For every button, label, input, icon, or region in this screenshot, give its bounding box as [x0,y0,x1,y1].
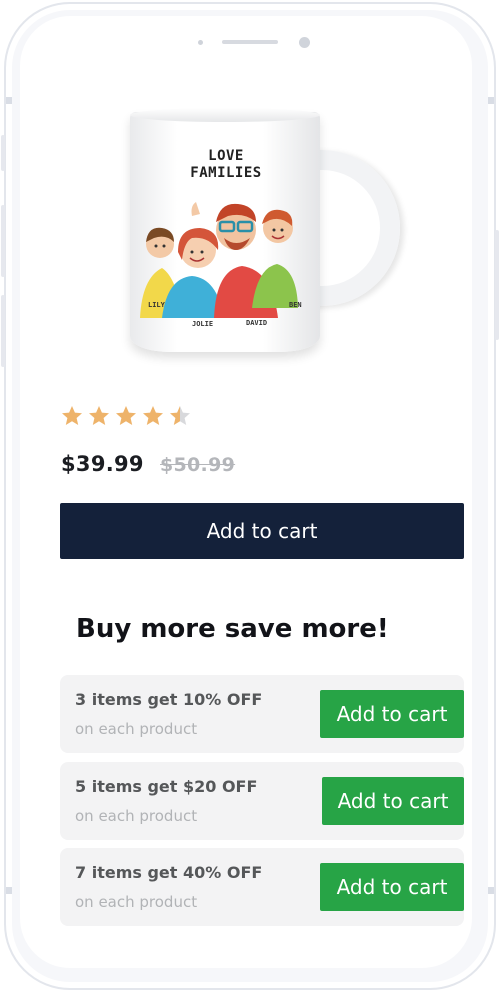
mug-rim [130,108,320,122]
mug-title-line2: FAMILIES [190,165,262,181]
offer-title: 5 items get $20 OFF [75,777,258,796]
mug-name-label: JOLIE [192,320,214,328]
mug-name-label: BEN [289,301,302,309]
bundle-offer-card: 5 items get $20 OFF on each product Add … [60,762,464,840]
mug-print-title: LOVE FAMILIES [181,148,271,182]
side-button [1,135,5,171]
bundle-offer-card: 7 items get 40% OFF on each product Add … [60,848,464,926]
front-camera [299,37,310,48]
compare-at-price: $50.99 [160,454,236,476]
edge-mark [6,97,12,104]
product-image: LOVE FAMILIES LILY JOLIE DAVID BEN [126,104,416,364]
offer-add-to-cart-button[interactable]: Add to cart [320,863,464,911]
star-icon [62,406,82,425]
side-button [1,295,5,367]
offer-title: 7 items get 40% OFF [75,863,263,882]
mug-name-label: LILY [148,301,165,309]
sensor-dot [198,40,203,45]
offer-subtitle: on each product [75,807,198,825]
star-icon [143,406,163,425]
mug-title-line1: LOVE [208,148,244,164]
offer-add-to-cart-button[interactable]: Add to cart [320,690,464,738]
edge-mark [6,887,12,894]
half-star-icon [170,406,190,425]
star-icon [89,406,109,425]
mug-name-label: DAVID [246,319,268,327]
rating-stars [60,404,192,428]
offer-subtitle: on each product [75,893,198,911]
star-icon [116,406,136,425]
offer-add-to-cart-button[interactable]: Add to cart [322,777,464,825]
earpiece-speaker [222,40,278,44]
product-price: $39.99 [61,452,144,476]
offer-title: 3 items get 10% OFF [75,690,263,709]
edge-mark [488,887,494,894]
edge-mark [488,97,494,104]
bundle-offer-card: 3 items get 10% OFF on each product Add … [60,675,464,753]
add-to-cart-button[interactable]: Add to cart [60,503,464,559]
offer-subtitle: on each product [75,720,198,738]
side-button [495,230,499,340]
bundle-section-title: Buy more save more! [76,614,389,644]
side-button [1,205,5,277]
